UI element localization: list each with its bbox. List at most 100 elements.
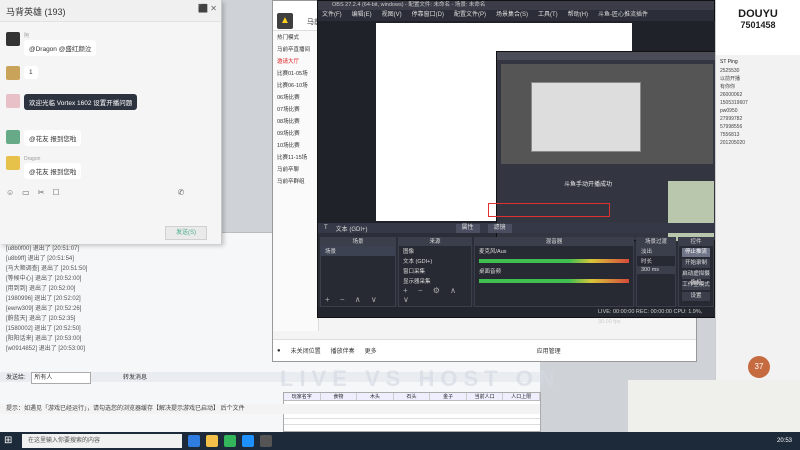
list-item[interactable]: 27999782 [716,115,800,123]
list-item[interactable]: 26000062 [716,91,800,99]
controls-dock: 控件 停止推流 开始录制 启动虚拟摄像机 工作室模式 设置 [678,237,714,307]
mixer-dock: 混音器 麦克风/Aux 桌面音频 [474,237,634,307]
settings-button[interactable]: 设置 [682,292,710,301]
douyu-panel: DOUYU 7501458 ST Ping 2525530 以前开播 有你你 2600… [715,0,800,380]
filters-button[interactable]: 滤镜 [487,223,512,233]
sidebar-item[interactable]: 10场比赛 [273,139,318,151]
obs-icon[interactable] [260,435,272,447]
list-item[interactable]: 57998556 [716,123,800,131]
list-item[interactable]: 201205020 [716,139,800,147]
menu-item[interactable]: 帮助(H) [568,10,588,20]
sidebar-item[interactable]: 比赛06-10场 [273,79,318,91]
live-sidebar: 热门模式 马前卒直播间 邀请大厅 比赛01-05场 比赛06-10场 06场比赛 07场比赛… [273,31,319,331]
windows-start-icon[interactable]: ⊞ [4,435,16,447]
selection-box[interactable] [488,203,610,217]
chat-message: Dragon @花友 报到您啦 [6,156,82,179]
bottom-item[interactable]: 更多 [365,346,377,355]
clock: 20:53 [776,438,792,444]
window-controls[interactable]: ⬛ ✕ [198,4,217,13]
message-bubble: @花友 报到您啦 [24,130,82,146]
send-button[interactable]: 发送(S) [165,226,207,240]
avatar[interactable] [6,130,20,144]
obs-window: OBS 27.2.4 (64-bit, windows) - 配置文件: 未命名… [317,0,716,325]
mic-icon[interactable]: ● [277,348,281,354]
taskbar-search[interactable]: 在这里输入你要搜索的内容 [22,434,182,448]
sidebar-item[interactable]: 马前卒直播间 [273,43,318,55]
history-icon[interactable]: ☐ [52,188,59,197]
mixer-channel-name: 麦克风/Aux [479,249,507,255]
avatar[interactable] [6,94,20,108]
mixer-channel-name: 桌面音频 [479,269,502,275]
phone-icon[interactable]: ✆ [178,188,185,197]
sidebar-item[interactable]: 热门模式 [273,31,318,43]
list-header: ST Ping [720,59,738,65]
wechat-icon[interactable] [224,435,236,447]
log-line: [阳阳话来] 退出了 [20:53:00] [6,336,82,342]
live-bottom-bar: ● 未关闭位置 播放伴奏 更多 应用管理 [273,339,696,361]
list-item[interactable]: 有你你 [716,83,800,91]
log-line: [马大顺调查] 退出了 [20:51:50] [6,266,88,272]
studio-mode-button[interactable]: 工作室模式 [682,281,710,290]
viewer-list: 2525530 以前开播 有你你 26000062 1505319607 pw0950 27… [716,67,800,147]
qq-icon[interactable] [242,435,254,447]
sidebar-item[interactable]: 08场比赛 [273,115,318,127]
sidebar-item[interactable]: 邀请大厅 [273,55,318,67]
emoji-icon[interactable]: ☺ [6,188,14,197]
scene-item[interactable]: 场景 [321,246,395,256]
bottom-item[interactable]: 应用管理 [537,346,561,355]
transition-select[interactable]: 淡出 [637,246,675,256]
edge-icon[interactable] [188,435,200,447]
avatar[interactable] [6,156,20,170]
list-item[interactable]: 1505319607 [716,99,800,107]
avatar[interactable] [6,66,20,80]
scene-controls[interactable]: + − ∧ ∨ [325,295,381,304]
log-line: [ewrw309] 退出了 [20:52:26] [6,306,82,312]
list-item[interactable]: pw0950 [716,107,800,115]
message-bubble: 欢迎光临 Vortex 1602 设置开播问题 [24,94,138,110]
volume-meter[interactable] [479,259,629,263]
sidebar-item[interactable]: 马前卒群组 [273,175,318,187]
menu-item[interactable]: 工具(T) [538,10,558,20]
menu-item[interactable]: 停靠窗口(D) [412,10,444,20]
menu-item[interactable]: 编辑(E) [352,10,372,20]
explorer-icon[interactable] [206,435,218,447]
volume-meter[interactable] [479,279,629,283]
avatar[interactable] [6,32,20,46]
list-item[interactable]: 以前开播 [716,75,800,83]
stop-streaming-button[interactable]: 停止推流 [682,248,710,257]
chat-toolbar: ☺ ▭ ✂ ☐ ✆ [6,188,184,197]
bottom-item[interactable]: 未关闭位置 [291,346,321,355]
source-item[interactable]: 文本 (GDI+) [399,256,471,266]
message-bubble: @花友 报到您啦 [24,163,82,179]
forward-checkbox[interactable]: 转发消息 [123,375,147,381]
scissors-icon[interactable]: ✂ [38,188,45,197]
sidebar-item[interactable]: 比赛01-05场 [273,67,318,79]
source-item[interactable]: 图像 [399,246,471,256]
menu-item[interactable]: 场景集合(S) [496,10,528,20]
douyu-logo: DOUYU [738,8,778,20]
obs-title: OBS 27.2.4 (64-bit, windows) - 配置文件: 未命名… [318,1,714,10]
list-item[interactable]: 7556813 [716,131,800,139]
source-item[interactable]: 显示器采集 [399,276,471,286]
virtual-camera-button[interactable]: 启动虚拟摄像机 [682,270,710,286]
folder-icon[interactable]: ▭ [22,188,30,197]
list-item[interactable]: 2525530 [716,67,800,75]
menu-item[interactable]: 斗鱼-匠心推流插件 [598,10,648,20]
send-target-select[interactable]: 所有人 [31,372,92,384]
menu-item[interactable]: 文件(F) [322,10,342,20]
sidebar-item[interactable]: 09场比赛 [273,127,318,139]
log-line: [用到到] 退出了 [20:52:00] [6,286,76,292]
sidebar-item[interactable]: 马前卒聊 [273,163,318,175]
source-controls[interactable]: + − ⚙ ∧ ∨ [403,286,471,304]
menu-item[interactable]: 视图(V) [382,10,402,20]
sidebar-item[interactable]: 06场比赛 [273,91,318,103]
source-item[interactable]: 窗口采集 [399,266,471,276]
duration-input[interactable]: 300 ms [637,266,675,274]
sidebar-item[interactable]: 07场比赛 [273,103,318,115]
duration-label: 时长 [641,259,653,265]
properties-button[interactable]: 属性 [455,223,480,233]
menu-item[interactable]: 配置文件(P) [454,10,486,20]
sidebar-item[interactable]: 比赛11-15场 [273,151,318,163]
start-recording-button[interactable]: 开始录制 [682,259,710,268]
bottom-item[interactable]: 播放伴奏 [331,346,355,355]
